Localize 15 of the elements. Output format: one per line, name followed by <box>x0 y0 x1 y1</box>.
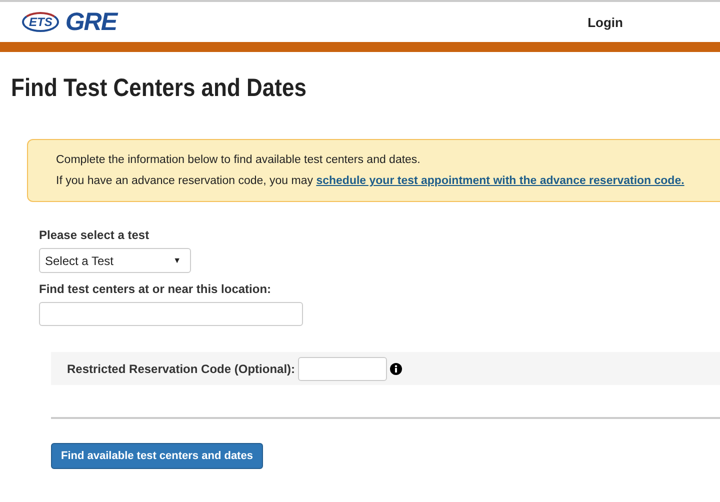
notice-text: If you have an advance reservation code, you may <box>56 175 313 187</box>
location-input[interactable] <box>39 302 303 326</box>
notice-text: Complete the information below to find available test centers and dates. <box>56 154 422 166</box>
field-label: Please select a test <box>39 228 150 242</box>
field-label: Find test centers at or near this location: <box>39 282 272 296</box>
logo-text: GRE <box>65 8 117 36</box>
logo-badge: ETS <box>22 12 60 32</box>
field-label: Restricted Reservation Code (Optional): <box>67 362 296 376</box>
submit-button[interactable]: Find available test centers and dates <box>51 443 263 469</box>
test-dropdown[interactable]: Select a Test ▼ <box>39 248 191 273</box>
reservation-link[interactable]: schedule your test appointment with the advance reservation code. <box>316 175 684 187</box>
info-icon[interactable] <box>390 362 402 374</box>
login-link[interactable]: Login <box>588 14 623 30</box>
page-title: Find Test Centers and Dates <box>11 74 308 103</box>
reservation-code-input[interactable] <box>298 356 388 380</box>
